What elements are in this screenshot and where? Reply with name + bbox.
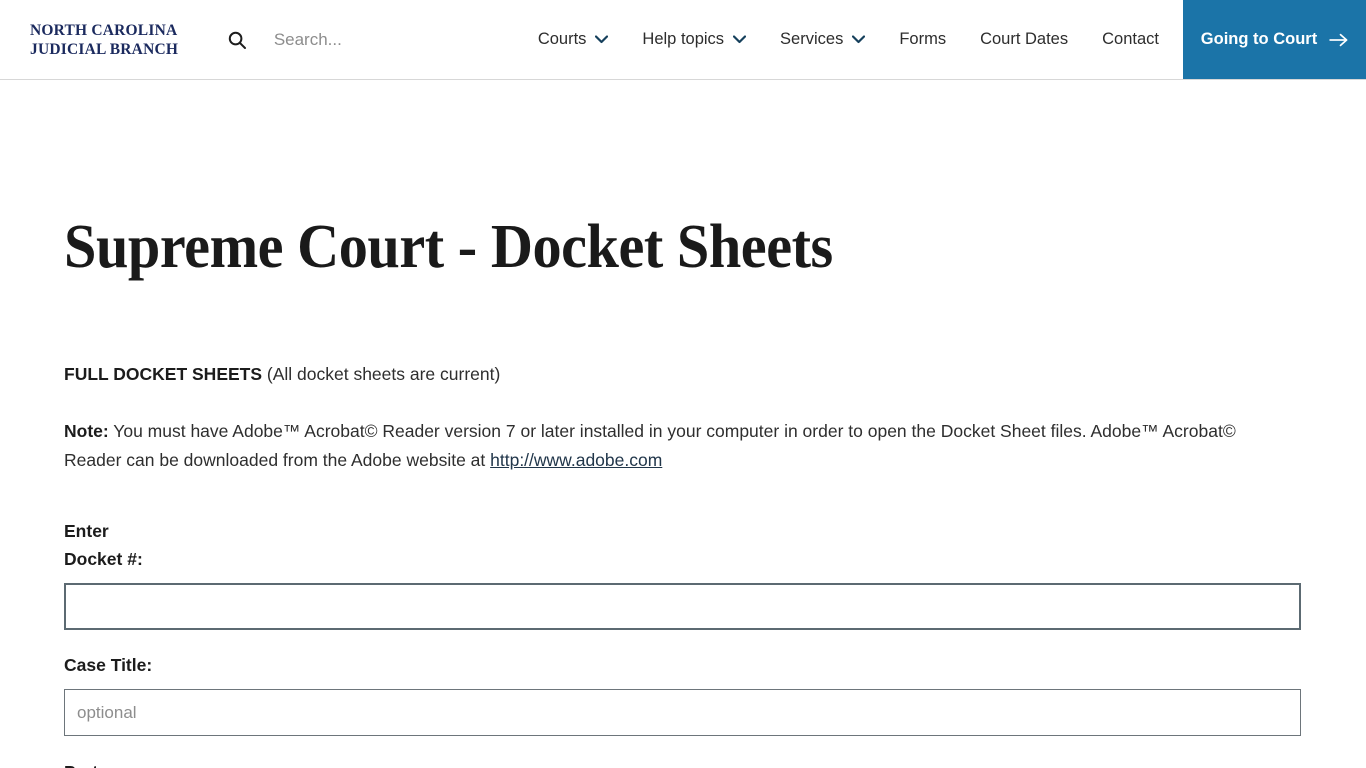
nav-item-label: Help topics [642, 30, 725, 49]
note-label: Note: [64, 421, 109, 441]
docket-number-label: Enter Docket #: [64, 475, 1302, 573]
docket-number-input[interactable] [64, 583, 1301, 630]
chevron-down-icon [733, 35, 747, 44]
nav-item-court-dates[interactable]: Court Dates [980, 31, 1068, 48]
site-header: NORTH CAROLINA JUDICIAL BRANCH Courts He… [0, 0, 1366, 80]
party-label: Party: [64, 736, 1302, 768]
nav-item-services[interactable]: Services [780, 30, 866, 49]
nav-item-label: Services [780, 30, 844, 49]
site-logo[interactable]: NORTH CAROLINA JUDICIAL BRANCH [0, 0, 196, 79]
brand-line-1: NORTH CAROLINA [30, 21, 178, 39]
main-navigation: Courts Help topics Services Forms Court … [504, 0, 1183, 79]
going-to-court-button[interactable]: Going to Court [1183, 0, 1366, 79]
nav-item-courts[interactable]: Courts [538, 31, 609, 48]
case-title-label: Case Title: [64, 655, 153, 675]
going-to-court-label: Going to Court [1200, 30, 1318, 48]
docket-number-label-line2: Docket #: [64, 549, 143, 569]
page-title: Supreme Court - Docket Sheets [64, 213, 833, 281]
full-docket-sheets-strong: FULL DOCKET SHEETS [64, 364, 263, 384]
search-icon[interactable] [226, 29, 248, 51]
arrow-right-icon [1329, 33, 1348, 47]
nav-item-label: Contact [1102, 30, 1159, 49]
adobe-website-link[interactable]: http://www.adobe.com [490, 450, 662, 470]
nav-item-help-topics[interactable]: Help topics [642, 30, 747, 49]
nav-item-label: Courts [537, 30, 587, 49]
page-content: Supreme Court - Docket Sheets FULL DOCKE… [0, 80, 1366, 768]
nav-item-label: Court Dates [980, 30, 1069, 49]
chevron-down-icon [852, 35, 866, 44]
nav-item-contact[interactable]: Contact [1102, 31, 1159, 48]
nav-item-forms[interactable]: Forms [899, 31, 946, 48]
nav-item-label: Forms [899, 30, 947, 49]
chevron-down-icon [595, 35, 609, 44]
brand-line-2: JUDICIAL BRANCH [30, 40, 179, 58]
full-docket-sheets-rest: (All docket sheets are current) [262, 364, 501, 384]
adobe-note-text: Note: You must have Adobe™ Acrobat© Read… [64, 389, 1264, 475]
case-title-input[interactable] [64, 689, 1301, 736]
search-input[interactable] [273, 29, 504, 50]
search-area [196, 0, 504, 79]
docket-number-label-line1: Enter [64, 521, 109, 541]
full-docket-sheets-text: FULL DOCKET SHEETS (All docket sheets ar… [64, 278, 1302, 389]
